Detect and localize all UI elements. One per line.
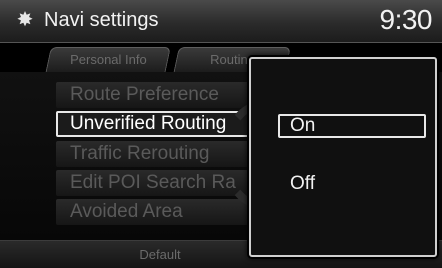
- options-popup: On Off: [249, 57, 437, 257]
- clock: 9:30: [379, 4, 433, 35]
- tab-label: Personal Info: [69, 52, 147, 67]
- menu-item-route-preference[interactable]: Route Preference: [56, 82, 270, 108]
- option-on[interactable]: On: [278, 114, 426, 138]
- header-bar: ✸ Navi settings 9:30: [0, 0, 442, 43]
- navi-screen: ✸ Navi settings 9:30 Personal Info Routi…: [0, 0, 442, 268]
- page-title: Navi settings: [44, 9, 159, 31]
- tab-label: Routing: [209, 52, 255, 67]
- menu-item-avoided-area[interactable]: Avoided Area: [56, 199, 270, 225]
- tab-personal-info[interactable]: Personal Info: [45, 47, 171, 74]
- gear-icon: ✸: [16, 9, 34, 31]
- default-button[interactable]: Default: [110, 243, 210, 267]
- option-off[interactable]: Off: [278, 172, 426, 196]
